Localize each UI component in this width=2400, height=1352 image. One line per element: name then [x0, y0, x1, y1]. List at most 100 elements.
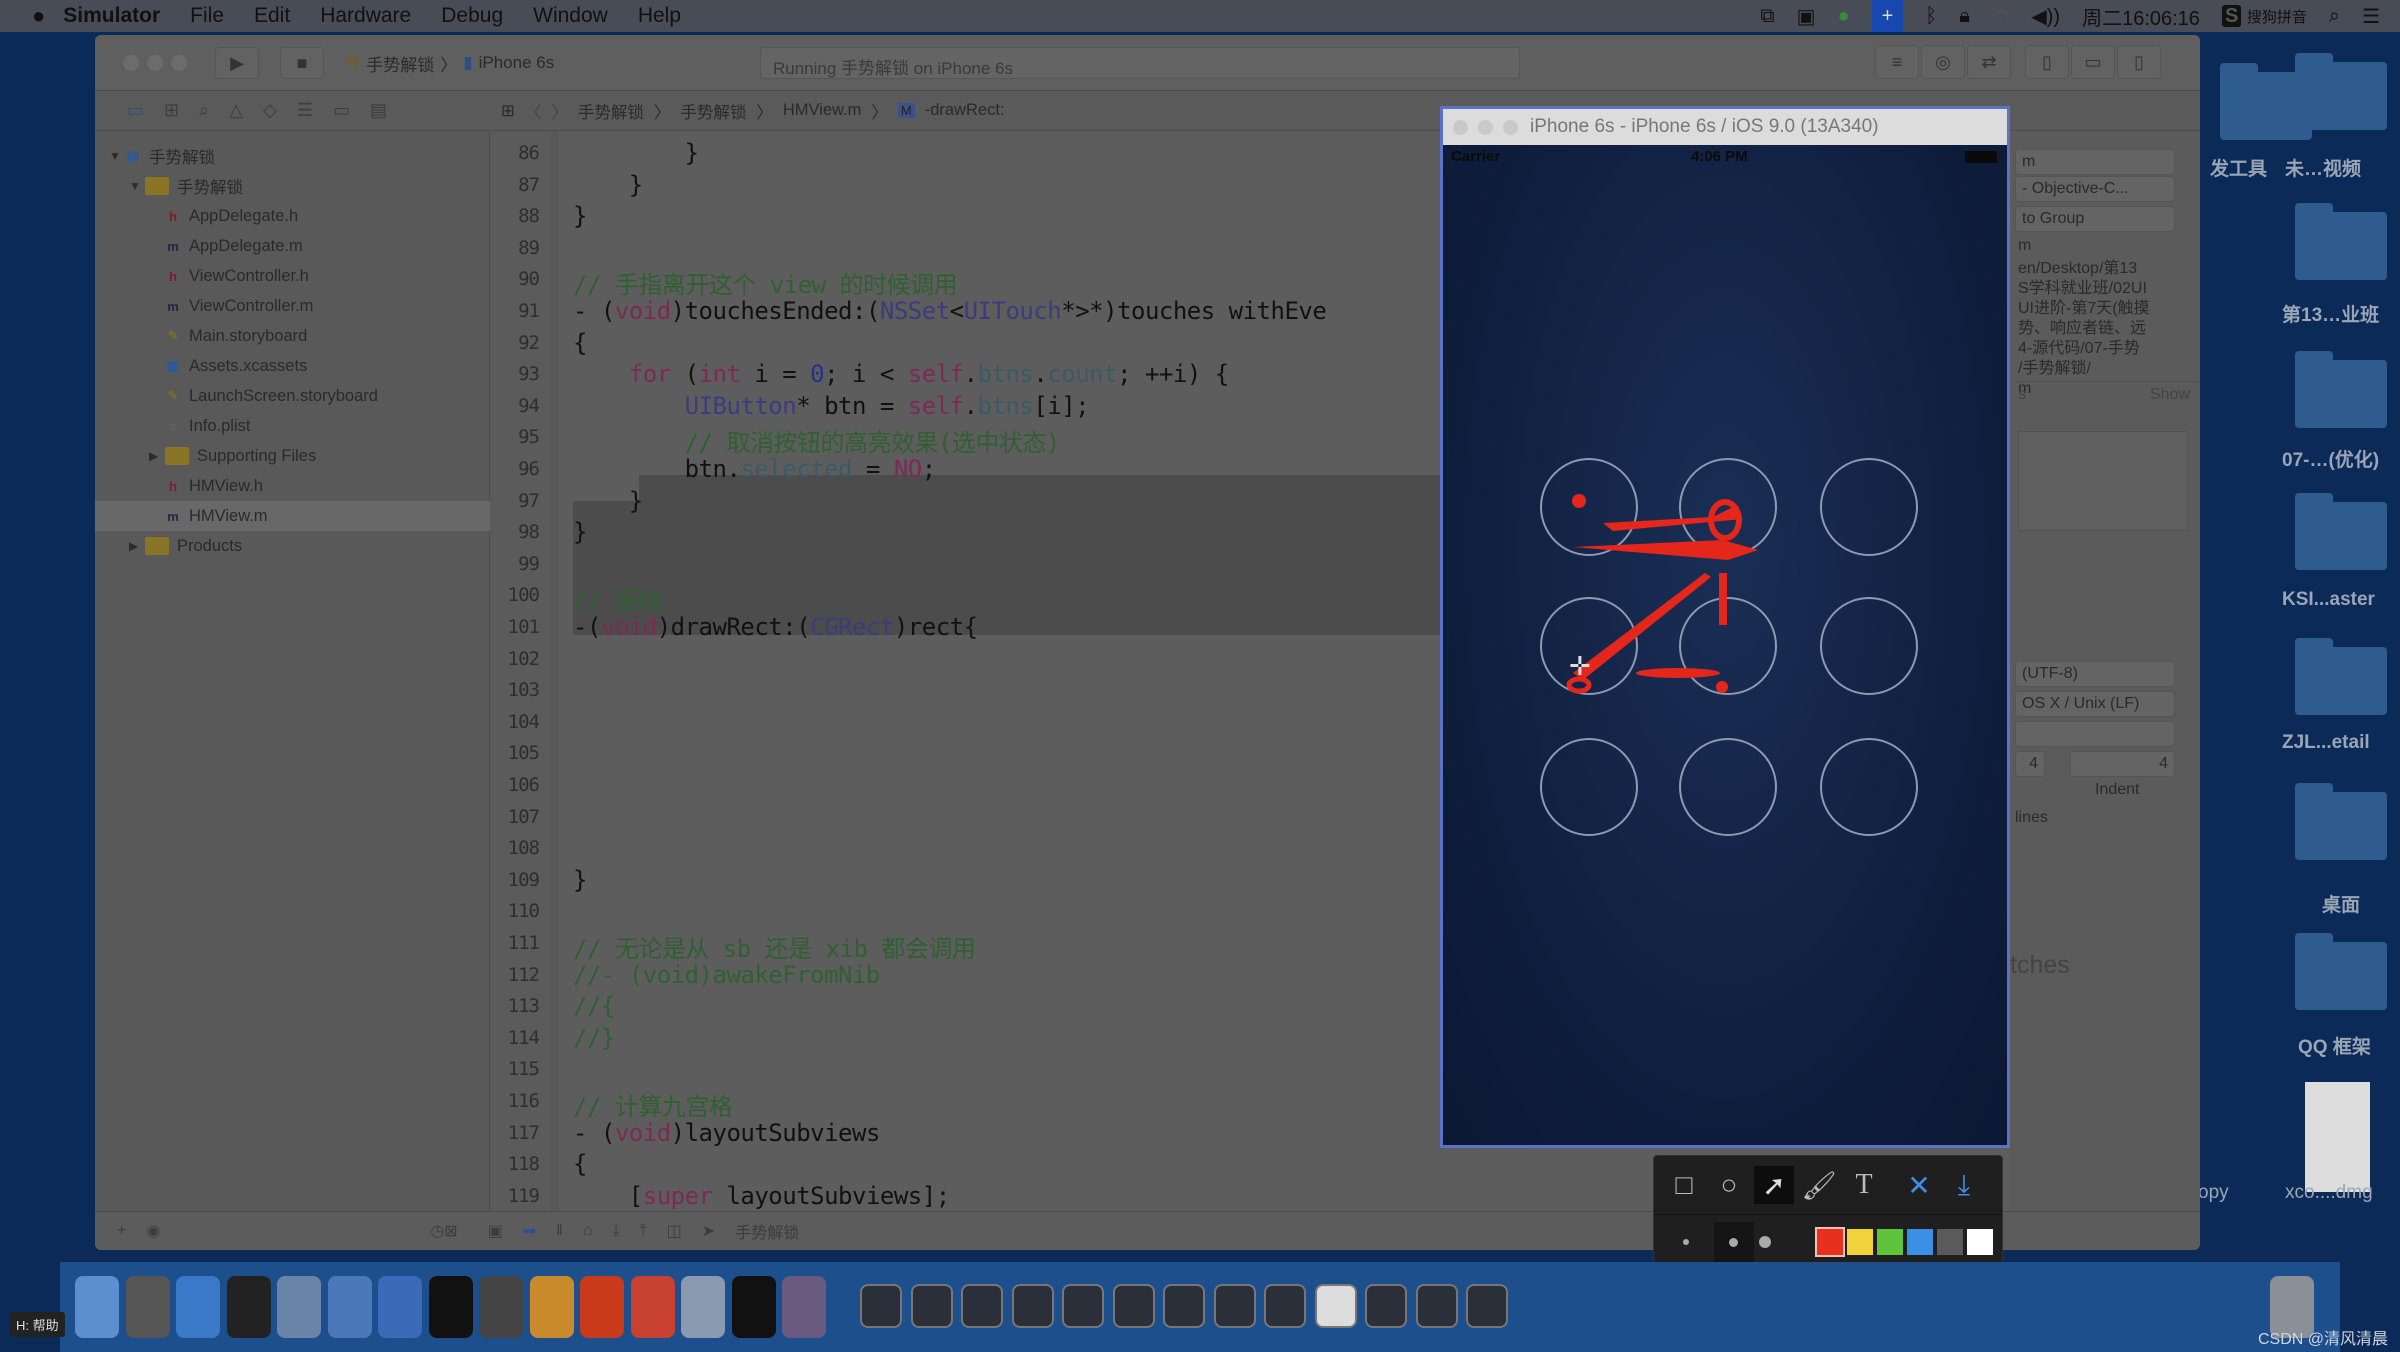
- wifi-icon[interactable]: ◠: [1992, 4, 2009, 29]
- dmg-file-icon[interactable]: [2305, 1082, 2370, 1192]
- desktop-label[interactable]: 第13…业班: [2282, 300, 2379, 327]
- lock-icon[interactable]: 🔒︎: [1959, 5, 1970, 28]
- powerpoint-icon[interactable]: [580, 1276, 624, 1338]
- color-swatch[interactable]: [1815, 1227, 1845, 1257]
- navigator-toggle-icon[interactable]: ▯: [2025, 45, 2069, 79]
- ime-indicator[interactable]: S 搜狗拼音: [2221, 4, 2307, 28]
- menu-window[interactable]: Window: [533, 4, 608, 28]
- arrow-icon[interactable]: ➚: [1754, 1166, 1794, 1204]
- lock-button[interactable]: [1679, 597, 1777, 695]
- minimized-window-icon[interactable]: [1365, 1284, 1407, 1328]
- desktop-label[interactable]: 桌面: [2322, 890, 2360, 917]
- desktop-label[interactable]: QQ 框架: [2298, 1032, 2371, 1059]
- line-endings-select[interactable]: OS X / Unix (LF): [2015, 691, 2175, 717]
- bluetooth-icon[interactable]: ᛒ: [1925, 5, 1937, 28]
- file-name-field[interactable]: m: [2015, 149, 2175, 175]
- related-items-icon[interactable]: ⊞: [501, 101, 515, 121]
- zoom-button[interactable]: [1503, 119, 1518, 135]
- recent-icon[interactable]: ◷⊠: [430, 1221, 457, 1241]
- minimized-window-icon[interactable]: [1466, 1284, 1508, 1328]
- instruments-icon[interactable]: [378, 1276, 422, 1338]
- hide-debug-icon[interactable]: ▣: [488, 1221, 503, 1241]
- device-screen[interactable]: Carrier 4:06 PM ✛: [1443, 145, 2007, 1145]
- size-medium[interactable]: [1729, 1238, 1738, 1247]
- show-label[interactable]: Show: [2150, 386, 2190, 404]
- minimize-button[interactable]: [1478, 119, 1493, 135]
- color-swatch[interactable]: [1967, 1229, 1993, 1255]
- menu-hardware[interactable]: Hardware: [320, 4, 411, 28]
- folder-icon[interactable]: [2295, 933, 2387, 1010]
- menu-debug[interactable]: Debug: [441, 4, 503, 28]
- spotlight-icon[interactable]: ⌕: [2329, 5, 2340, 28]
- cancel-icon[interactable]: ✕: [1899, 1166, 1939, 1204]
- safari-icon[interactable]: [176, 1276, 220, 1338]
- run-button[interactable]: ▶: [215, 47, 259, 79]
- tab-width-field[interactable]: 4: [2015, 751, 2045, 777]
- folder-icon[interactable]: [2295, 493, 2387, 570]
- symbol-navigator-icon[interactable]: ⊞: [164, 100, 179, 121]
- menu-simulator[interactable]: Simulator: [63, 4, 160, 28]
- menu-edit[interactable]: Edit: [254, 4, 290, 28]
- breakpoints-icon[interactable]: ➡: [523, 1221, 536, 1241]
- desktop-label[interactable]: 未…视频: [2285, 154, 2361, 181]
- file-tree-item[interactable]: ✎ Main.storyboard: [95, 321, 490, 351]
- minimized-window-icon[interactable]: [1314, 1284, 1357, 1328]
- parallels-icon[interactable]: [630, 1276, 675, 1338]
- volume-icon[interactable]: ◀)): [2031, 4, 2060, 29]
- gesture-lock-view[interactable]: ✛: [1443, 145, 2007, 1145]
- location-select[interactable]: to Group: [2015, 206, 2175, 232]
- assistant-editor-icon[interactable]: ◎: [1921, 45, 1965, 79]
- debug-target[interactable]: 手势解锁: [735, 1219, 799, 1243]
- utilities-toggle-icon[interactable]: ▯: [2117, 45, 2161, 79]
- scheme-selector[interactable]: ⚒ 手势解锁〉 ▮ iPhone 6s: [345, 48, 575, 78]
- desktop-label[interactable]: 07-…(优化): [2282, 445, 2379, 472]
- file-tree-item[interactable]: h HMView.h: [95, 471, 490, 501]
- step-over-icon[interactable]: ⌂: [583, 1222, 593, 1240]
- folder-icon[interactable]: [2295, 638, 2387, 715]
- preview-icon[interactable]: [681, 1276, 725, 1338]
- folder-icon[interactable]: [2295, 783, 2387, 860]
- xcode-icon[interactable]: [327, 1276, 372, 1338]
- forward-icon[interactable]: 〉: [551, 99, 568, 123]
- ellipse-icon[interactable]: ○: [1709, 1166, 1749, 1204]
- folder-icon[interactable]: [2295, 203, 2387, 280]
- lock-button[interactable]: [1679, 738, 1777, 836]
- disclosure-triangle-icon[interactable]: ▼: [109, 149, 125, 163]
- lock-button[interactable]: [1820, 597, 1918, 695]
- disclosure-triangle-icon[interactable]: ▶: [129, 539, 145, 553]
- launchpad-icon[interactable]: [125, 1276, 170, 1338]
- view-debug-icon[interactable]: ◫: [667, 1221, 682, 1241]
- close-button[interactable]: [123, 55, 139, 71]
- step-into-icon[interactable]: ⤓: [613, 1222, 620, 1240]
- test-navigator-icon[interactable]: ◇: [263, 100, 277, 121]
- apple-icon[interactable]: ●: [32, 3, 45, 29]
- report-navigator-icon[interactable]: ▤: [370, 100, 387, 121]
- minimized-window-icon[interactable]: [1213, 1284, 1256, 1328]
- minimized-window-icon[interactable]: [1011, 1284, 1054, 1328]
- desktop-label[interactable]: opy: [2198, 1182, 2229, 1204]
- file-tree-item[interactable]: ▼ 手势解锁: [95, 171, 490, 201]
- menu-help[interactable]: Help: [638, 4, 681, 28]
- disclosure-triangle-icon[interactable]: ▶: [149, 449, 165, 463]
- desktop-label[interactable]: ZJL...etail: [2282, 732, 2370, 754]
- minimized-window-icon[interactable]: [910, 1284, 953, 1328]
- indent-using-select[interactable]: [2015, 721, 2175, 747]
- text-icon[interactable]: T: [1844, 1166, 1884, 1204]
- minimized-window-icon[interactable]: [1415, 1284, 1458, 1328]
- rectangle-icon[interactable]: □: [1664, 1166, 1704, 1204]
- menu-file[interactable]: File: [190, 4, 224, 28]
- screens-icon[interactable]: ⧉: [1760, 5, 1774, 28]
- minimized-window-icon[interactable]: [961, 1284, 1003, 1328]
- imovie-icon[interactable]: [277, 1276, 321, 1338]
- step-out-icon[interactable]: ⤒: [640, 1222, 647, 1240]
- jump-method[interactable]: -drawRect:: [925, 101, 1005, 120]
- file-tree-item[interactable]: ▶ Products: [95, 531, 490, 561]
- color-swatch[interactable]: [1907, 1229, 1933, 1255]
- jump-file[interactable]: HMView.m: [783, 101, 862, 120]
- camera-icon[interactable]: ▣: [1797, 4, 1816, 29]
- mouse-icon[interactable]: [226, 1276, 271, 1338]
- breakpoint-navigator-icon[interactable]: ▭: [333, 100, 350, 121]
- notification-center-icon[interactable]: ☰: [2362, 4, 2380, 29]
- system-preferences-icon[interactable]: [479, 1276, 523, 1338]
- file-tree-item[interactable]: m AppDelegate.m: [95, 231, 490, 261]
